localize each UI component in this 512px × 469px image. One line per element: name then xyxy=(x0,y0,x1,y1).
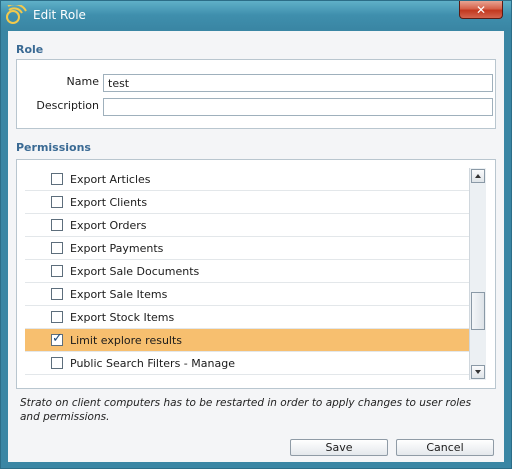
permission-checkbox[interactable]: ✓ xyxy=(51,331,63,346)
description-field[interactable] xyxy=(103,98,493,116)
restart-note: Strato on client computers has to be res… xyxy=(20,397,472,423)
permissions-group: Export Articles Export Clients Export Orde… xyxy=(16,159,496,389)
scroll-down-button[interactable] xyxy=(471,365,485,379)
permission-checkbox[interactable] xyxy=(51,242,63,254)
permission-checkbox[interactable] xyxy=(51,265,63,277)
permission-label: Limit explore results xyxy=(70,334,183,347)
save-button[interactable]: Save xyxy=(290,439,388,456)
cancel-button[interactable]: Cancel xyxy=(396,439,494,456)
permission-row[interactable]: Export Clients xyxy=(25,191,469,214)
permission-label: Export Orders xyxy=(70,219,147,232)
permission-row[interactable]: ✓ Limit explore results xyxy=(25,329,469,352)
title-bar[interactable]: Edit Role ✕ xyxy=(1,1,511,29)
permission-label: Export Sale Documents xyxy=(70,265,200,278)
permission-row[interactable]: Export Payments xyxy=(25,237,469,260)
permission-label: Public Search Filters - Manage xyxy=(70,357,235,370)
permission-row[interactable]: Public Search Filters - Manage xyxy=(25,352,469,375)
permission-label: Export Clients xyxy=(70,196,148,209)
description-label: Description xyxy=(36,99,99,112)
permission-checkbox[interactable] xyxy=(51,357,63,369)
dialog-body: Role Name Description Permissions Export… xyxy=(8,31,504,462)
permission-row[interactable]: Export Stock Items xyxy=(25,306,469,329)
checkmark-icon: ✓ xyxy=(52,331,63,346)
close-icon: ✕ xyxy=(475,2,487,17)
name-field[interactable] xyxy=(103,74,493,92)
permissions-section-title: Permissions xyxy=(16,141,91,154)
permission-row[interactable]: Export Articles xyxy=(25,168,469,191)
permission-checkbox[interactable] xyxy=(51,173,63,185)
window-title: Edit Role xyxy=(33,8,86,22)
permission-checkbox[interactable] xyxy=(51,196,63,208)
permission-checkbox[interactable] xyxy=(51,219,63,231)
permission-checkbox[interactable] xyxy=(51,311,63,323)
app-logo-icon xyxy=(6,5,27,24)
name-label: Name xyxy=(66,75,99,88)
scroll-up-button[interactable] xyxy=(471,169,485,183)
permissions-list[interactable]: Export Articles Export Clients Export Orde… xyxy=(25,168,469,380)
permission-label: Export Sale Items xyxy=(70,288,168,301)
permission-checkbox[interactable] xyxy=(51,288,63,300)
permission-row[interactable]: Export Orders xyxy=(25,214,469,237)
role-group: Name Description xyxy=(16,59,496,129)
permission-label: Export Stock Items xyxy=(70,311,175,324)
arrow-down-icon xyxy=(475,370,481,374)
permission-label: Export Articles xyxy=(70,173,151,186)
permissions-scrollbar[interactable] xyxy=(469,168,486,380)
permission-label: Export Payments xyxy=(70,242,164,255)
role-section-title: Role xyxy=(16,43,44,56)
scroll-thumb[interactable] xyxy=(471,292,485,330)
close-button[interactable]: ✕ xyxy=(459,1,503,19)
permission-row[interactable]: Export Sale Documents xyxy=(25,260,469,283)
permission-row[interactable]: Export Sale Items xyxy=(25,283,469,306)
arrow-up-icon xyxy=(475,174,481,178)
edit-role-dialog: Edit Role ✕ Role Name Description Permis… xyxy=(0,0,512,469)
